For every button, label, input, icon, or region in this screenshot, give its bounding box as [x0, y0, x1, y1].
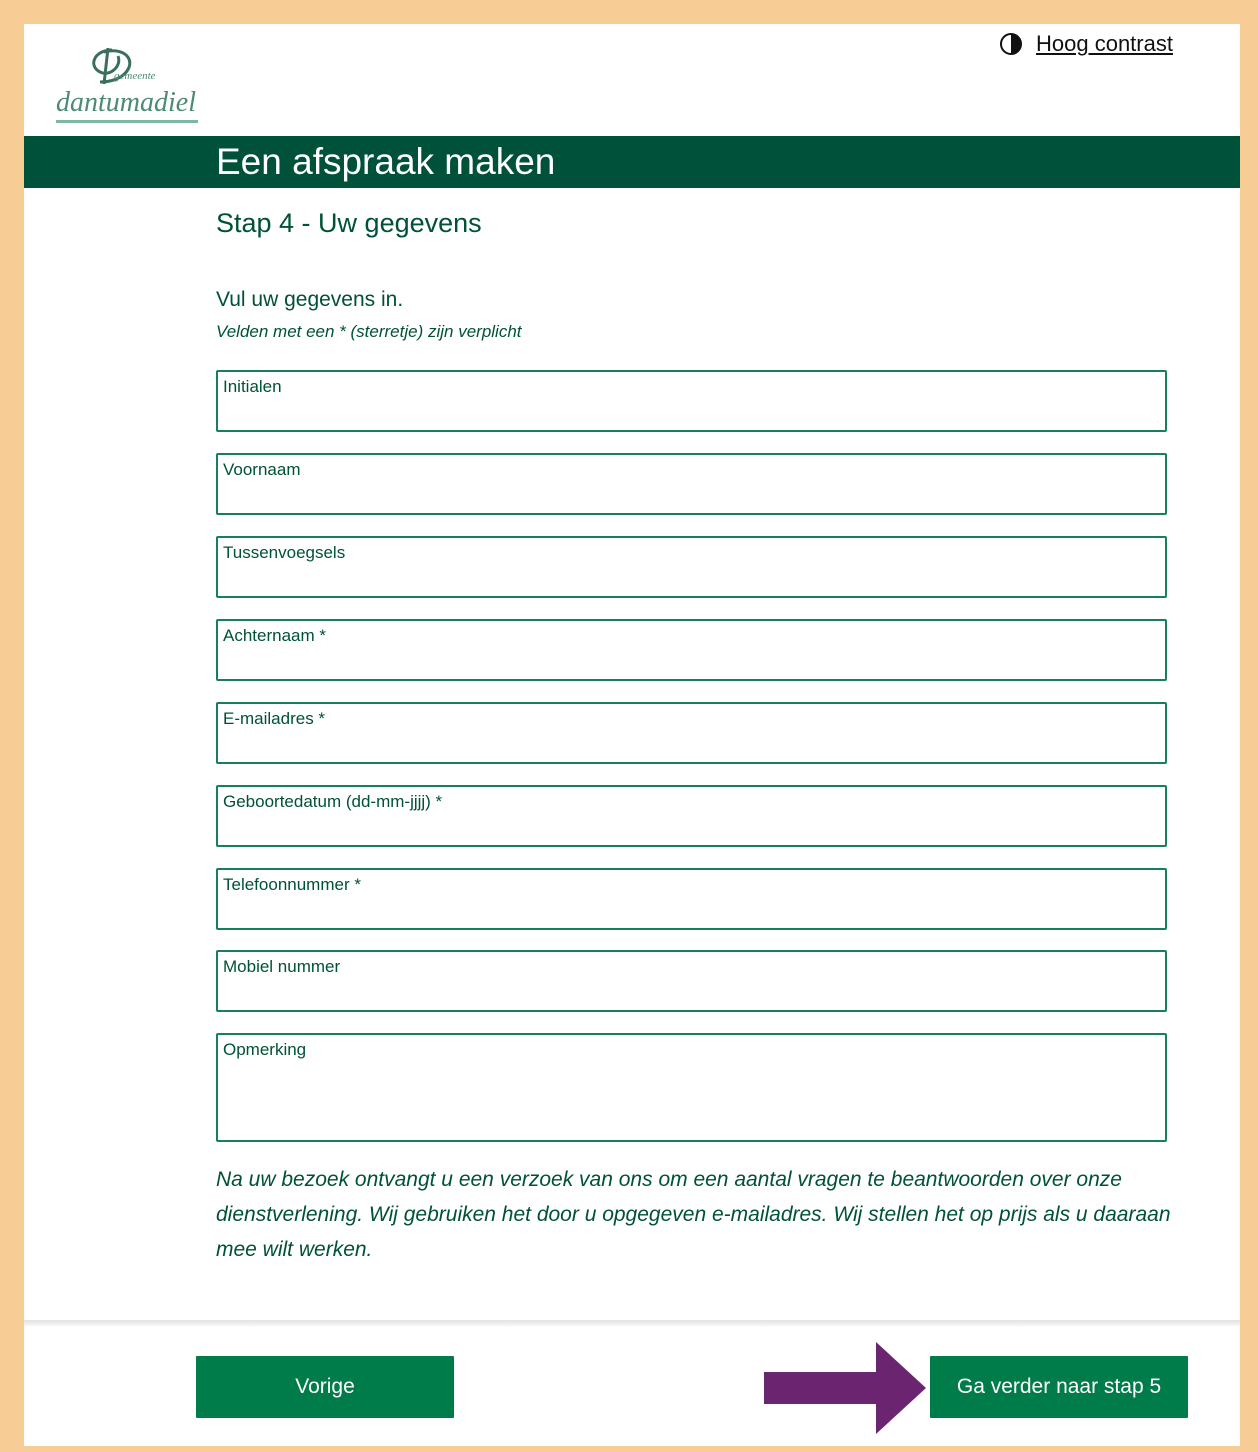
- contrast-icon: [1000, 33, 1022, 55]
- phone-input[interactable]: [223, 900, 1160, 924]
- arrow-right-icon: [764, 1342, 926, 1434]
- logo-subtitle: gemeente: [114, 70, 156, 82]
- email-input[interactable]: [223, 734, 1160, 758]
- logo-underline: [56, 120, 198, 123]
- footer-divider: [24, 1320, 1240, 1326]
- page-frame: gemeente dantumadiel Hoog contrast Een a…: [24, 24, 1240, 1446]
- first-name-field[interactable]: Voornaam: [216, 453, 1167, 515]
- page-banner: Een afspraak maken: [24, 136, 1240, 188]
- remark-textarea[interactable]: [223, 1065, 1160, 1136]
- remark-field[interactable]: Opmerking: [216, 1033, 1167, 1142]
- birthdate-input[interactable]: [223, 817, 1160, 841]
- field-label: Achternaam *: [223, 626, 326, 645]
- field-label: Voornaam: [223, 460, 301, 479]
- field-label: Tussenvoegsels: [223, 543, 346, 562]
- high-contrast-link[interactable]: Hoog contrast: [1036, 31, 1173, 57]
- last-name-input[interactable]: [223, 651, 1160, 675]
- infix-input[interactable]: [223, 568, 1160, 592]
- municipality-logo[interactable]: gemeente dantumadiel: [54, 42, 204, 124]
- page-title: Een afspraak maken: [216, 141, 556, 182]
- birthdate-field[interactable]: Geboortedatum (dd-mm-jjjj) *: [216, 785, 1167, 847]
- field-label: E-mailadres *: [223, 709, 326, 728]
- next-step-button[interactable]: Ga verder naar stap 5: [930, 1356, 1188, 1418]
- first-name-input[interactable]: [223, 485, 1160, 509]
- form-intro: Vul uw gegevens in.: [216, 288, 404, 311]
- previous-button[interactable]: Vorige: [196, 1356, 454, 1418]
- last-name-field[interactable]: Achternaam *: [216, 619, 1167, 681]
- phone-field[interactable]: Telefoonnummer *: [216, 868, 1167, 930]
- initials-field[interactable]: Initialen: [216, 370, 1167, 432]
- field-label: Opmerking: [223, 1040, 307, 1059]
- mobile-input[interactable]: [223, 982, 1160, 1006]
- field-label: Telefoonnummer *: [223, 875, 361, 894]
- required-fields-note: Velden met een * (sterretje) zijn verpli…: [216, 322, 522, 341]
- infix-field[interactable]: Tussenvoegsels: [216, 536, 1167, 598]
- field-label: Geboortedatum (dd-mm-jjjj) *: [223, 792, 443, 811]
- field-label: Initialen: [223, 377, 282, 396]
- initials-input[interactable]: [223, 402, 1160, 426]
- email-field[interactable]: E-mailadres *: [216, 702, 1167, 764]
- mobile-field[interactable]: Mobiel nummer: [216, 950, 1167, 1012]
- field-label: Mobiel nummer: [223, 957, 341, 976]
- logo-emblem-icon: [92, 47, 132, 85]
- survey-notice: Na uw bezoek ontvangt u een verzoek van …: [216, 1168, 1171, 1261]
- high-contrast-toggle[interactable]: Hoog contrast: [1000, 30, 1173, 58]
- step-title: Stap 4 - Uw gegevens: [216, 208, 482, 238]
- logo-wordmark: dantumadiel: [56, 87, 196, 118]
